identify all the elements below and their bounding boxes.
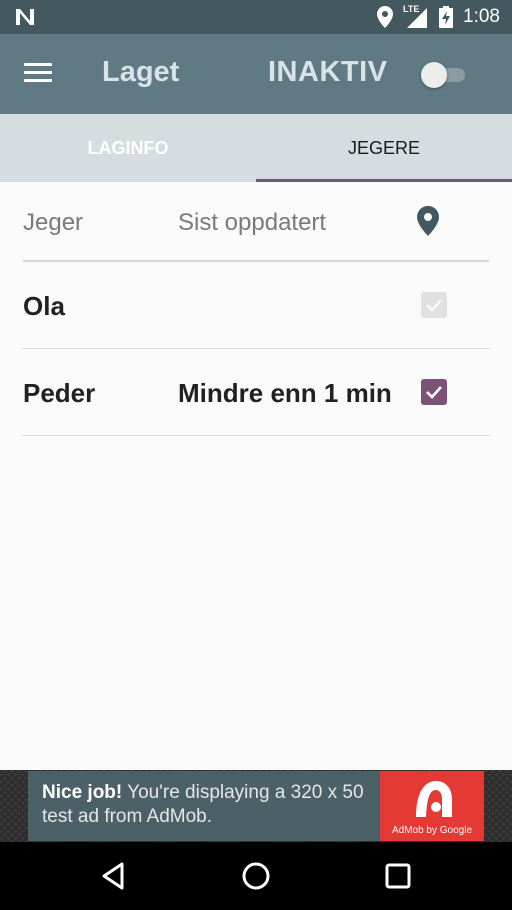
- admob-icon: [416, 781, 452, 817]
- hunter-last-updated: Mindre enn 1 min: [178, 378, 392, 408]
- navigation-bar: [0, 842, 512, 910]
- status-right: LTE 1:08: [377, 4, 500, 28]
- hunter-checkbox[interactable]: [421, 379, 447, 405]
- status-bar: LTE 1:08: [0, 0, 512, 34]
- page-title: Laget: [102, 56, 180, 88]
- notification-n-icon: [16, 9, 34, 25]
- toggle-thumb: [421, 62, 447, 88]
- hunter-name: Peder: [23, 378, 96, 408]
- hunter-checkbox[interactable]: [421, 292, 447, 318]
- location-icon: [377, 6, 394, 28]
- hunter-name: Ola: [23, 291, 65, 321]
- checkmark-icon: [426, 386, 442, 399]
- hunters-table: Jeger Sist oppdatert Ola Peder Mindre en…: [23, 182, 489, 436]
- active-toggle[interactable]: [421, 61, 469, 89]
- signal-icon: LTE: [403, 4, 429, 28]
- hamburger-menu-icon[interactable]: [24, 63, 52, 85]
- tab-laginfo[interactable]: LAGINFO: [0, 114, 256, 182]
- status-time: 1:08: [463, 6, 500, 27]
- table-header: Jeger Sist oppdatert: [23, 182, 489, 262]
- activity-status-label: INAKTIV: [268, 56, 388, 88]
- tab-jegere-label: JEGERE: [347, 137, 421, 158]
- battery-charging-icon: [439, 6, 454, 28]
- column-header-updated: Sist oppdatert: [178, 209, 327, 236]
- status-left: [14, 7, 36, 27]
- app-bar: Laget INAKTIV: [0, 34, 512, 114]
- recents-icon[interactable]: [382, 860, 414, 892]
- ad-headline: Nice job!: [42, 782, 123, 803]
- admob-logo: AdMob by Google: [380, 771, 484, 841]
- back-icon[interactable]: [98, 860, 130, 892]
- ad-text: Nice job! You're displaying a 320 x 50 t…: [42, 781, 372, 829]
- admob-caption: AdMob by Google: [391, 825, 473, 836]
- column-header-name: Jeger: [23, 209, 84, 236]
- tab-jegere[interactable]: JEGERE: [256, 114, 512, 182]
- map-pin-icon: [417, 206, 439, 236]
- table-row[interactable]: Peder Mindre enn 1 min: [23, 349, 489, 436]
- table-row[interactable]: Ola: [23, 262, 489, 349]
- checkmark-icon: [426, 299, 442, 312]
- home-icon[interactable]: [240, 860, 272, 892]
- ad-banner[interactable]: Nice job! You're displaying a 320 x 50 t…: [28, 771, 484, 841]
- tab-bar: LAGINFO JEGERE: [0, 114, 512, 182]
